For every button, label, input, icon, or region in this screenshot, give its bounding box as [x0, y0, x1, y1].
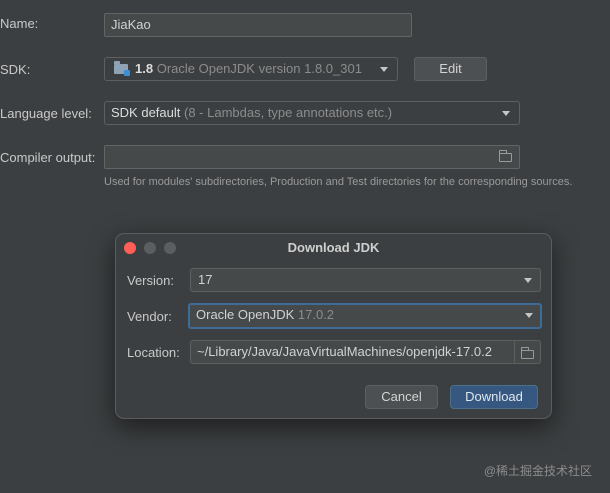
cancel-button[interactable]: Cancel [365, 385, 438, 409]
chevron-down-icon [524, 278, 532, 283]
sdk-label: SDK: [0, 62, 31, 77]
download-jdk-dialog: Download JDK Version: 17 Vendor: Oracle … [115, 233, 552, 419]
vendor-label: Vendor: [127, 309, 172, 324]
location-label: Location: [127, 345, 180, 360]
vendor-name: Oracle OpenJDK [196, 307, 295, 322]
compiler-output-input[interactable] [104, 145, 520, 169]
location-value: ~/Library/Java/JavaVirtualMachines/openj… [197, 344, 492, 359]
sdk-select[interactable]: 1.8 Oracle OpenJDK version 1.8.0_301 [104, 57, 398, 81]
language-level-select[interactable]: SDK default (8 - Lambdas, type annotatio… [104, 101, 520, 125]
chevron-down-icon [502, 111, 510, 116]
vendor-version: 17.0.2 [297, 307, 335, 322]
language-level-detail: (8 - Lambdas, type annotations etc.) [184, 105, 393, 120]
watermark: @稀土掘金技术社区 [483, 464, 592, 478]
version-select[interactable]: 17 [190, 268, 541, 292]
folder-icon[interactable] [499, 150, 512, 162]
vendor-select[interactable]: Oracle OpenJDK 17.0.2 [188, 303, 542, 329]
folder-icon[interactable] [521, 347, 534, 359]
name-label: Name: [0, 16, 39, 31]
folder-sdk-icon [114, 61, 130, 76]
language-level-value: SDK default [111, 105, 181, 120]
version-label: Version: [127, 273, 174, 288]
location-input[interactable]: ~/Library/Java/JavaVirtualMachines/openj… [190, 340, 541, 364]
dialog-title: Download JDK [287, 240, 380, 255]
project-structure-panel: Name: JiaKao SDK: 1.8 Oracle OpenJDK ver… [0, 0, 610, 493]
chevron-down-icon [380, 67, 388, 72]
location-divider [514, 341, 515, 363]
language-level-label: Language level: [0, 106, 92, 121]
name-input[interactable]: JiaKao [104, 13, 412, 37]
compiler-output-hint: Used for modules' subdirectories, Produc… [104, 176, 573, 188]
sdk-edit-button[interactable]: Edit [414, 57, 487, 81]
compiler-output-label: Compiler output: [0, 150, 96, 165]
version-value: 17 [198, 272, 213, 287]
download-button[interactable]: Download [450, 385, 538, 409]
sdk-version: 1.8 [135, 61, 154, 76]
sdk-description: Oracle OpenJDK version 1.8.0_301 [156, 61, 362, 76]
chevron-down-icon [525, 313, 533, 318]
